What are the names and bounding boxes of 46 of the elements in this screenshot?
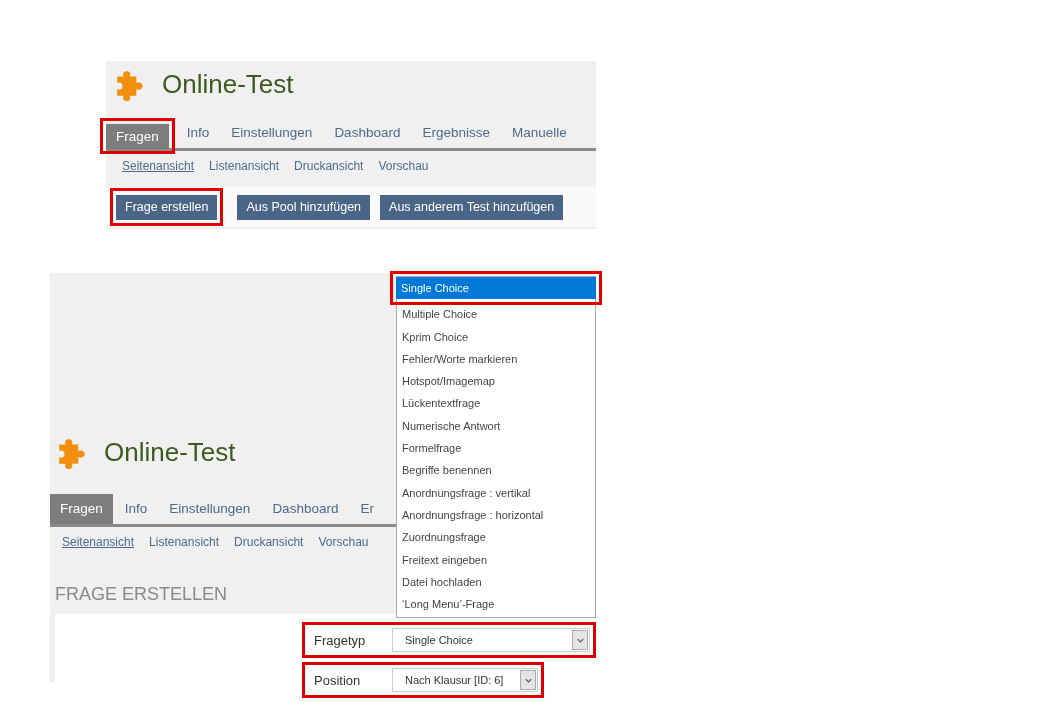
page-title: Online-Test <box>162 68 294 101</box>
toolbar-button[interactable]: Aus anderem Test hinzufügen <box>380 194 564 220</box>
section-heading: FRAGE ERSTELLEN <box>55 583 228 607</box>
dropdown-option[interactable]: Begriffe benennen <box>397 459 595 482</box>
subtab-link[interactable]: Seitenansicht <box>122 157 195 176</box>
subtab-link[interactable]: Vorschau <box>318 533 369 552</box>
dropdown-option[interactable]: Datei hochladen <box>397 570 595 594</box>
tab[interactable]: Einstellungen <box>159 494 261 525</box>
tab[interactable]: Dashboard <box>262 494 349 525</box>
dropdown-option[interactable]: ‘Long Menu’-Frage <box>397 593 595 616</box>
subtab-link[interactable]: Seitenansicht <box>62 533 135 552</box>
dropdown-option[interactable]: Hotspot/Imagemap <box>397 370 595 393</box>
tab[interactable]: Dashboard <box>324 118 411 149</box>
dropdown-option[interactable]: Freitext eingeben <box>397 548 595 571</box>
subtab-link[interactable]: Listenansicht <box>149 533 220 552</box>
dropdown-option[interactable]: Numerische Antwort <box>397 414 595 438</box>
select-field[interactable]: Nach Klausur [ID: 6] <box>392 668 538 693</box>
tab[interactable]: Einstellungen <box>221 118 323 149</box>
dropdown-option[interactable]: Anordnungsfrage : horizontal <box>397 503 595 527</box>
dropdown-option[interactable]: Fehler/Worte markieren <box>397 347 595 371</box>
subtab-link[interactable]: Listenansicht <box>209 157 280 176</box>
dropdown-option[interactable]: Multiple Choice <box>397 303 595 326</box>
chevron-down-icon <box>572 630 588 651</box>
tab[interactable]: Ergebnisse <box>412 118 500 149</box>
dropdown-option[interactable]: Formelfrage <box>397 437 595 460</box>
subtab-link[interactable]: Vorschau <box>378 157 429 176</box>
subtab-link[interactable]: Druckansicht <box>294 157 364 176</box>
dropdown-option[interactable]: Kprim Choice <box>397 325 595 348</box>
toolbar-button[interactable]: Frage erstellen <box>116 195 218 221</box>
toolbar-button[interactable]: Aus Pool hinzufügen <box>237 194 371 220</box>
tab[interactable]: Info <box>176 118 220 149</box>
tab[interactable]: Fragen <box>106 124 169 150</box>
field-label: Fragetyp <box>313 631 367 650</box>
dropdown-option[interactable]: Anordnungsfrage : vertikal <box>397 481 595 504</box>
tab[interactable]: Fragen <box>50 494 113 525</box>
field-label: Position <box>313 671 362 690</box>
select-field[interactable]: Single Choice <box>392 628 590 653</box>
subtab-link[interactable]: Druckansicht <box>234 533 304 552</box>
dropdown-option[interactable]: Lückentextfrage <box>397 392 595 415</box>
dropdown-option[interactable]: Zuordnungsfrage <box>397 526 595 549</box>
page-title: Online-Test <box>104 436 236 469</box>
chevron-down-icon <box>520 670 536 691</box>
dropdown-option[interactable]: Single Choice <box>396 277 596 300</box>
tab[interactable]: Er <box>350 494 384 525</box>
tab[interactable]: Manuelle <box>501 118 577 149</box>
tab[interactable]: Info <box>114 494 158 525</box>
